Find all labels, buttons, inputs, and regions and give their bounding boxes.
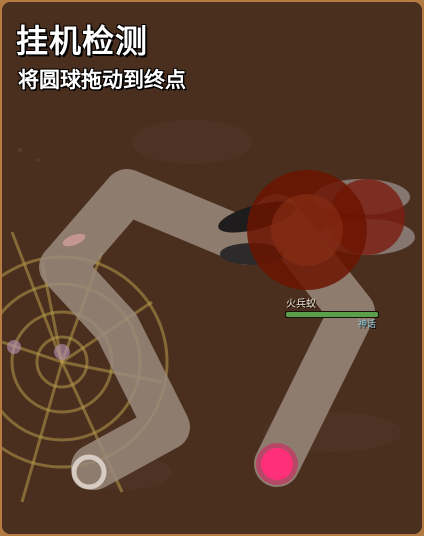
fire-ant-enemy [218, 170, 415, 290]
drag-ball[interactable] [256, 443, 298, 485]
page-title: 挂机检测 [16, 22, 149, 60]
enemy-rarity-label: 神话 [358, 320, 377, 330]
game-frame: 挂机检测 将圆球拖动到终点 火兵蚁 神话 [0, 0, 424, 536]
enemy-name: 火兵蚁 [286, 299, 316, 310]
instruction-text: 将圆球拖动到终点 [18, 68, 186, 92]
